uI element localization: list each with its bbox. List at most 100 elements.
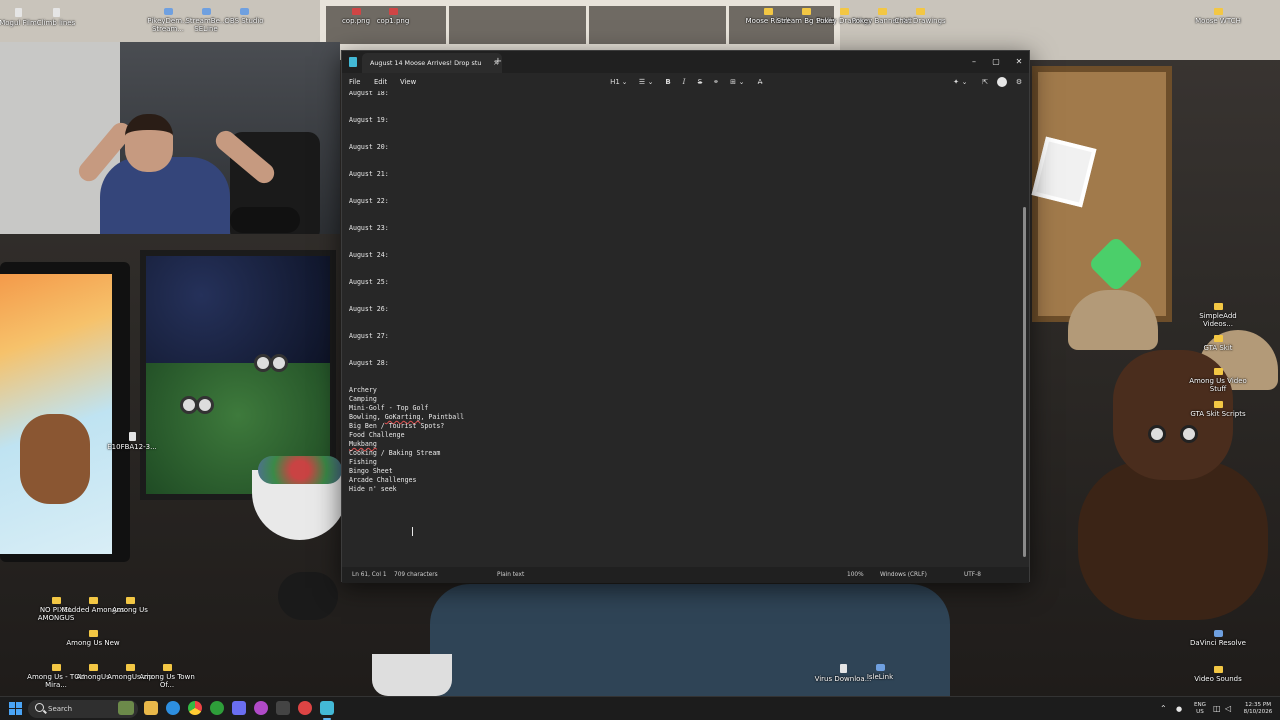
maximize-button[interactable]: ▢: [985, 51, 1007, 73]
editor-line[interactable]: Mini-Golf - Top Golf: [349, 404, 464, 413]
editor-line[interactable]: Fishing: [349, 458, 464, 467]
desktop-icon[interactable]: Among Us: [98, 597, 162, 614]
editor-line[interactable]: August 23:: [349, 224, 464, 233]
minimize-button[interactable]: –: [963, 51, 985, 73]
text-format[interactable]: Plain text: [497, 567, 524, 583]
account-avatar[interactable]: [997, 77, 1007, 87]
desktop-icon[interactable]: Among Us Town Of...: [135, 664, 199, 689]
settings-gear-icon[interactable]: ⚙: [1014, 73, 1024, 91]
editor-line[interactable]: [349, 314, 464, 323]
windows-start-icon[interactable]: [9, 702, 22, 715]
bold-button[interactable]: B: [663, 73, 673, 91]
widgets-icon[interactable]: [118, 701, 134, 715]
desktop-icon[interactable]: DaVinci Resolve: [1186, 630, 1250, 647]
desktop-icon[interactable]: E10FBA12-3...: [100, 432, 164, 451]
copilot-icon[interactable]: ✦: [951, 73, 961, 91]
editor-line[interactable]: August 27:: [349, 332, 464, 341]
editor-line[interactable]: [349, 260, 464, 269]
editor-line[interactable]: Hide n' seek: [349, 485, 464, 494]
desktop-icon[interactable]: Video Sounds: [1186, 666, 1250, 683]
editor-line[interactable]: Cooking / Baking Stream: [349, 449, 464, 458]
menu-edit[interactable]: Edit: [374, 73, 387, 91]
spellcheck-word[interactable]: GoKarting: [385, 413, 421, 421]
share-icon[interactable]: ⇱: [980, 73, 990, 91]
editor-line[interactable]: Archery: [349, 386, 464, 395]
editor-line[interactable]: [349, 350, 464, 359]
menu-view[interactable]: View: [400, 73, 416, 91]
desktop-icon[interactable]: cop1.png: [361, 8, 425, 25]
desktop-icon[interactable]: GTA Skit Scripts: [1186, 401, 1250, 418]
editor-line[interactable]: [349, 215, 464, 224]
chevron-down-icon[interactable]: ⌄: [738, 73, 745, 91]
editor-line[interactable]: August 22:: [349, 197, 464, 206]
line-ending[interactable]: Windows (CRLF): [880, 567, 927, 583]
desktop-icon[interactable]: Climb lines: [24, 8, 88, 27]
file-explorer-icon[interactable]: [144, 701, 158, 715]
desktop-icon[interactable]: IsleLink: [848, 664, 912, 681]
link-icon[interactable]: ⚭: [711, 73, 721, 91]
editor-line[interactable]: August 26:: [349, 305, 464, 314]
text-editor[interactable]: August 18: August 19: August 20: August 21:…: [342, 91, 1027, 567]
editor-line[interactable]: [349, 98, 464, 107]
desktop-icon[interactable]: Chat Drawings: [888, 8, 952, 25]
desktop-icon[interactable]: Among Us Video Stuff: [1186, 368, 1250, 393]
desktop-icon[interactable]: OBS Studio: [212, 8, 276, 25]
editor-line[interactable]: [349, 134, 464, 143]
editor-line[interactable]: Arcade Challenges: [349, 476, 464, 485]
editor-line[interactable]: August 18:: [349, 91, 464, 98]
heading-button[interactable]: H1: [609, 73, 621, 91]
chrome-icon[interactable]: [188, 701, 202, 715]
language-indicator[interactable]: ENG US: [1190, 702, 1210, 716]
editor-line[interactable]: [349, 287, 464, 296]
desktop-icon[interactable]: GTA Skit: [1186, 335, 1250, 352]
editor-line[interactable]: August 25:: [349, 278, 464, 287]
volume-icon[interactable]: ◁: [1225, 704, 1231, 714]
editor-line[interactable]: August 28:: [349, 359, 464, 368]
spellcheck-word[interactable]: Mukbang: [349, 440, 377, 448]
edge-icon[interactable]: [166, 701, 180, 715]
editor-line[interactable]: [349, 188, 464, 197]
editor-line[interactable]: August 19:: [349, 116, 464, 125]
editor-line[interactable]: [349, 125, 464, 134]
editor-line[interactable]: [349, 233, 464, 242]
xbox-icon[interactable]: [210, 701, 224, 715]
clear-formatting-icon[interactable]: A̶: [755, 73, 765, 91]
editor-line[interactable]: August 24:: [349, 251, 464, 260]
encoding[interactable]: UTF-8: [964, 567, 981, 583]
desktop-icon[interactable]: Moose WTCH: [1186, 8, 1250, 25]
editor-line[interactable]: [349, 368, 464, 377]
snipping-tool-icon[interactable]: [254, 701, 268, 715]
editor-line[interactable]: [349, 341, 464, 350]
notepad-icon[interactable]: [320, 701, 334, 715]
discord-icon[interactable]: [232, 701, 246, 715]
list-icon[interactable]: ☰: [637, 73, 647, 91]
editor-line[interactable]: [349, 377, 464, 386]
obs-icon[interactable]: [276, 701, 290, 715]
strikethrough-button[interactable]: S: [695, 73, 705, 91]
scrollbar-thumb[interactable]: [1023, 207, 1026, 557]
editor-line[interactable]: Mukbang: [349, 440, 464, 449]
editor-line[interactable]: [349, 161, 464, 170]
desktop-icon[interactable]: Among Us New: [61, 630, 125, 647]
chevron-down-icon[interactable]: ⌄: [647, 73, 654, 91]
editor-line[interactable]: Bowling, GoKarting, Paintball: [349, 413, 464, 422]
editor-line[interactable]: Big Ben / Tourist Spots?: [349, 422, 464, 431]
chevron-down-icon[interactable]: ⌄: [961, 73, 968, 91]
editor-content[interactable]: August 18: August 19: August 20: August 21:…: [349, 91, 464, 494]
editor-line[interactable]: August 21:: [349, 170, 464, 179]
editor-line[interactable]: [349, 152, 464, 161]
editor-line[interactable]: [349, 323, 464, 332]
editor-line[interactable]: [349, 242, 464, 251]
editor-line[interactable]: [349, 269, 464, 278]
editor-line[interactable]: Camping: [349, 395, 464, 404]
editor-line[interactable]: [349, 296, 464, 305]
network-icon[interactable]: ◫: [1213, 704, 1221, 714]
editor-line[interactable]: Bingo Sheet: [349, 467, 464, 476]
editor-line[interactable]: [349, 179, 464, 188]
title-bar[interactable]: August 14 Moose Arrives! Drop stu × + – …: [342, 51, 1029, 73]
zoom-level[interactable]: 100%: [847, 567, 864, 583]
editor-line[interactable]: [349, 206, 464, 215]
microphone-icon[interactable]: ●: [1176, 704, 1182, 714]
table-icon[interactable]: ⊞: [728, 73, 738, 91]
close-button[interactable]: ✕: [1008, 51, 1030, 73]
